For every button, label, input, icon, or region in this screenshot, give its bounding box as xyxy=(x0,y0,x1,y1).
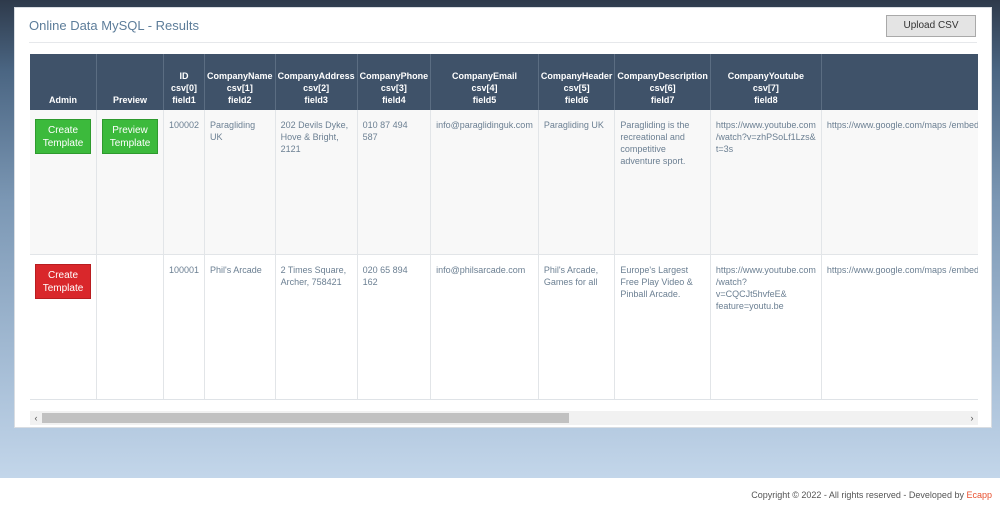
horizontal-scrollbar[interactable]: ‹ › xyxy=(30,411,978,425)
cell-address: 202 Devils Dyke, Hove & Bright, 2121 xyxy=(275,110,358,255)
title-divider xyxy=(29,42,977,43)
column-header-line: CompanyGoogl xyxy=(824,70,978,82)
column-header: CompanyHeader csv[5] field6 xyxy=(538,54,616,110)
column-header: CompanyGooglcsv[12]field13 xyxy=(821,54,978,110)
cell-address: 2 Times Square, Archer, 758421 xyxy=(275,254,358,399)
footer: Copyright © 2022 - All rights reserved -… xyxy=(0,478,1000,512)
scrollbar-thumb[interactable] xyxy=(42,413,569,423)
column-header: CompanyYoutube csv[7] field8 xyxy=(710,54,822,110)
cell-google: https://www.google.com/maps /embed?mid=1… xyxy=(821,110,978,255)
create-template-button[interactable]: Create Template xyxy=(35,119,91,154)
column-header-line: csv[4] xyxy=(471,83,498,93)
column-header-line: csv[5] xyxy=(563,83,590,93)
table-row: Create Template Preview Template 100002 Par… xyxy=(30,110,978,255)
cell-youtube: https://www.youtube.com /watch?v=CQCJt5h… xyxy=(710,254,822,399)
column-header-line: field3 xyxy=(304,95,328,105)
cell-google: https://www.google.com/maps /embed?mid=1… xyxy=(821,254,978,399)
column-header-line: Admin xyxy=(49,95,77,105)
scroll-right-icon[interactable]: › xyxy=(966,411,978,425)
column-header-line: CompanyName xyxy=(207,71,273,81)
column-header-line: csv[1] xyxy=(226,83,253,93)
column-header-line: Preview xyxy=(112,95,148,105)
table-body: Create Template Preview Template 100002 Par… xyxy=(30,110,978,399)
scroll-left-icon[interactable]: ‹ xyxy=(30,411,42,425)
column-header: CompanyEmail csv[4] field5 xyxy=(430,54,539,110)
create-template-button[interactable]: Create Template xyxy=(35,264,91,299)
cell-description: Europe's Largest Free Play Video & Pinba… xyxy=(614,254,711,399)
cell-description: Paragliding is the recreational and comp… xyxy=(614,110,711,255)
column-header: CompanyPhone csv[3] field4 xyxy=(357,54,432,110)
column-header-line: CompanyPhone xyxy=(359,71,429,81)
column-header-line: field13 xyxy=(824,94,978,106)
cell-id: 100001 xyxy=(163,254,206,399)
column-header-line: csv[6] xyxy=(649,83,676,93)
column-header-line: csv[0] xyxy=(171,83,198,93)
admin-cell: Create Template xyxy=(30,110,97,255)
column-header-line: CompanyDescription xyxy=(617,71,708,81)
column-header-line: field7 xyxy=(650,95,675,105)
column-header-line: ID xyxy=(179,71,189,81)
cell-phone: 020 65 894 162 xyxy=(357,254,432,399)
column-header-line: csv[7] xyxy=(752,83,779,93)
column-header-line: field5 xyxy=(472,95,497,105)
column-header-line: CompanyEmail xyxy=(451,71,517,81)
column-header-line: field8 xyxy=(754,95,778,105)
preview-cell: Preview Template xyxy=(96,110,164,255)
column-header: Preview xyxy=(96,54,164,110)
results-panel: Online Data MySQL - Results Upload CSV A… xyxy=(14,7,992,428)
cell-header: Paragliding UK xyxy=(538,110,616,255)
column-header-line: csv[12] xyxy=(824,82,978,94)
cell-youtube: https://www.youtube.com /watch?v=zhPSoLf… xyxy=(710,110,822,255)
column-header: ID csv[0] field1 xyxy=(163,54,206,110)
column-header-line: CompanyAddress xyxy=(277,71,355,81)
column-header-line: csv[2] xyxy=(303,83,330,93)
copyright-label: Copyright © 2022 - All rights reserved -… xyxy=(751,490,967,500)
cell-header: Phil's Arcade, Games for all xyxy=(538,254,616,399)
column-header-line: field1 xyxy=(172,95,196,105)
column-header-line: CompanyYoutube xyxy=(727,71,805,81)
column-header: CompanyName csv[1] field2 xyxy=(204,54,276,110)
copyright-text: Copyright © 2022 - All rights reserved -… xyxy=(751,490,992,500)
cell-name: Paragliding UK xyxy=(204,110,276,255)
column-header-line: field2 xyxy=(228,95,252,105)
table-row: Create Template 100001 Phil's Arcade 2 Time… xyxy=(30,254,978,399)
cell-email: info@paraglidinguk.com xyxy=(430,110,539,255)
preview-template-button[interactable]: Preview Template xyxy=(102,119,158,154)
column-header: CompanyDescription csv[6] field7 xyxy=(614,54,711,110)
results-table-viewport[interactable]: Admin Preview ID csv[0] field1 CompanyName csv… xyxy=(30,54,978,400)
cell-phone: 010 87 494 587 xyxy=(357,110,432,255)
column-header-line: csv[3] xyxy=(380,83,407,93)
column-header: Admin xyxy=(30,54,97,110)
developer-link[interactable]: Ecapp xyxy=(966,490,992,500)
admin-cell: Create Template xyxy=(30,254,97,399)
column-header-line: field4 xyxy=(382,95,406,105)
results-table: Admin Preview ID csv[0] field1 CompanyName csv… xyxy=(30,54,978,399)
column-header-line: field6 xyxy=(564,95,589,105)
page-title: Online Data MySQL - Results xyxy=(29,18,200,33)
column-header: CompanyAddress csv[2] field3 xyxy=(275,54,358,110)
upload-csv-button[interactable]: Upload CSV xyxy=(886,15,976,37)
column-header-line: CompanyHeader xyxy=(540,71,613,81)
preview-cell xyxy=(96,254,164,399)
cell-id: 100002 xyxy=(163,110,206,255)
table-header-row: Admin Preview ID csv[0] field1 CompanyName csv… xyxy=(30,54,978,110)
cell-email: info@philsarcade.com xyxy=(430,254,539,399)
cell-name: Phil's Arcade xyxy=(204,254,276,399)
